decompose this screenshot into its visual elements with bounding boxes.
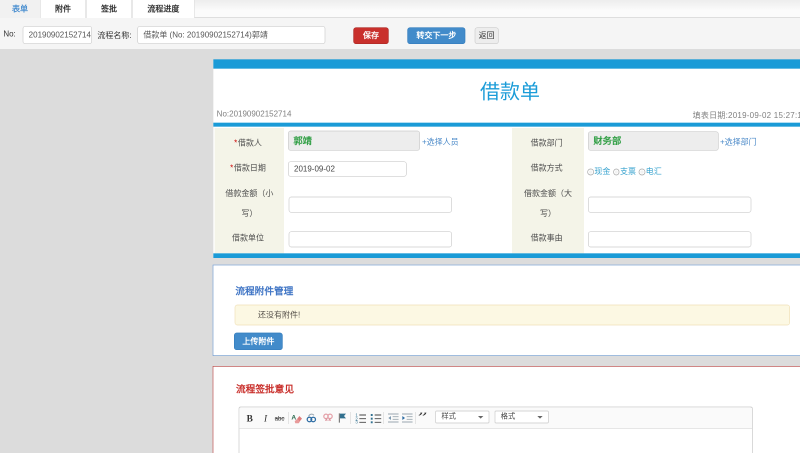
svg-text:I: I (263, 414, 268, 423)
svg-text:”: ” (419, 413, 428, 424)
svg-text:3: 3 (355, 419, 358, 423)
svg-text:B: B (247, 414, 253, 423)
svg-text:abc: abc (275, 417, 285, 423)
svg-text:A: A (291, 414, 296, 421)
